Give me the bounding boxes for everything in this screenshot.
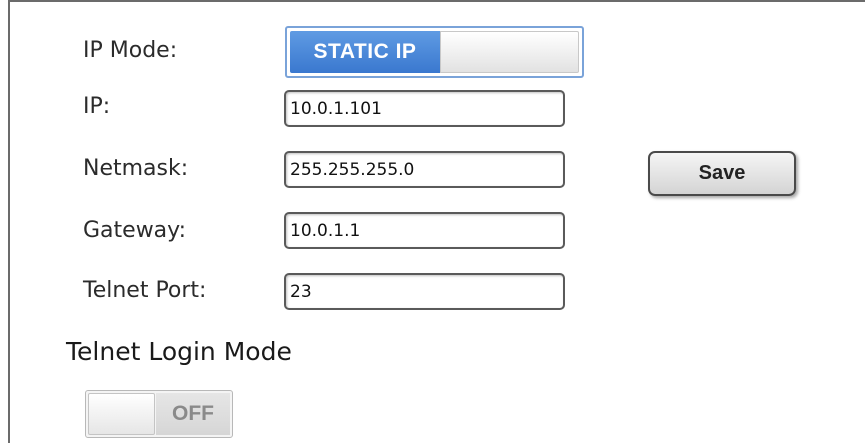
netmask-field[interactable] [284,151,565,188]
netmask-label: Netmask: [83,156,189,181]
gateway-label: Gateway: [83,218,186,243]
telnet-login-state: OFF [172,402,214,425]
save-button[interactable]: Save [648,151,796,196]
ip-mode-value: STATIC IP [313,40,417,63]
telnet-login-toggle-knob[interactable] [88,393,155,435]
ip-mode-toggle[interactable]: STATIC IP [285,26,584,78]
ip-field[interactable] [284,90,565,127]
gateway-field[interactable] [284,212,565,249]
ip-mode-on-segment: STATIC IP [290,31,440,73]
telnet-port-label: Telnet Port: [83,278,207,303]
telnet-login-off-segment: OFF [156,393,230,435]
ip-mode-label: IP Mode: [83,38,178,63]
ip-label: IP: [83,94,111,119]
telnet-login-mode-toggle[interactable]: OFF [85,390,233,438]
telnet-port-field[interactable] [284,273,565,310]
ip-mode-toggle-knob[interactable] [440,31,579,73]
telnet-login-mode-title: Telnet Login Mode [66,337,292,366]
